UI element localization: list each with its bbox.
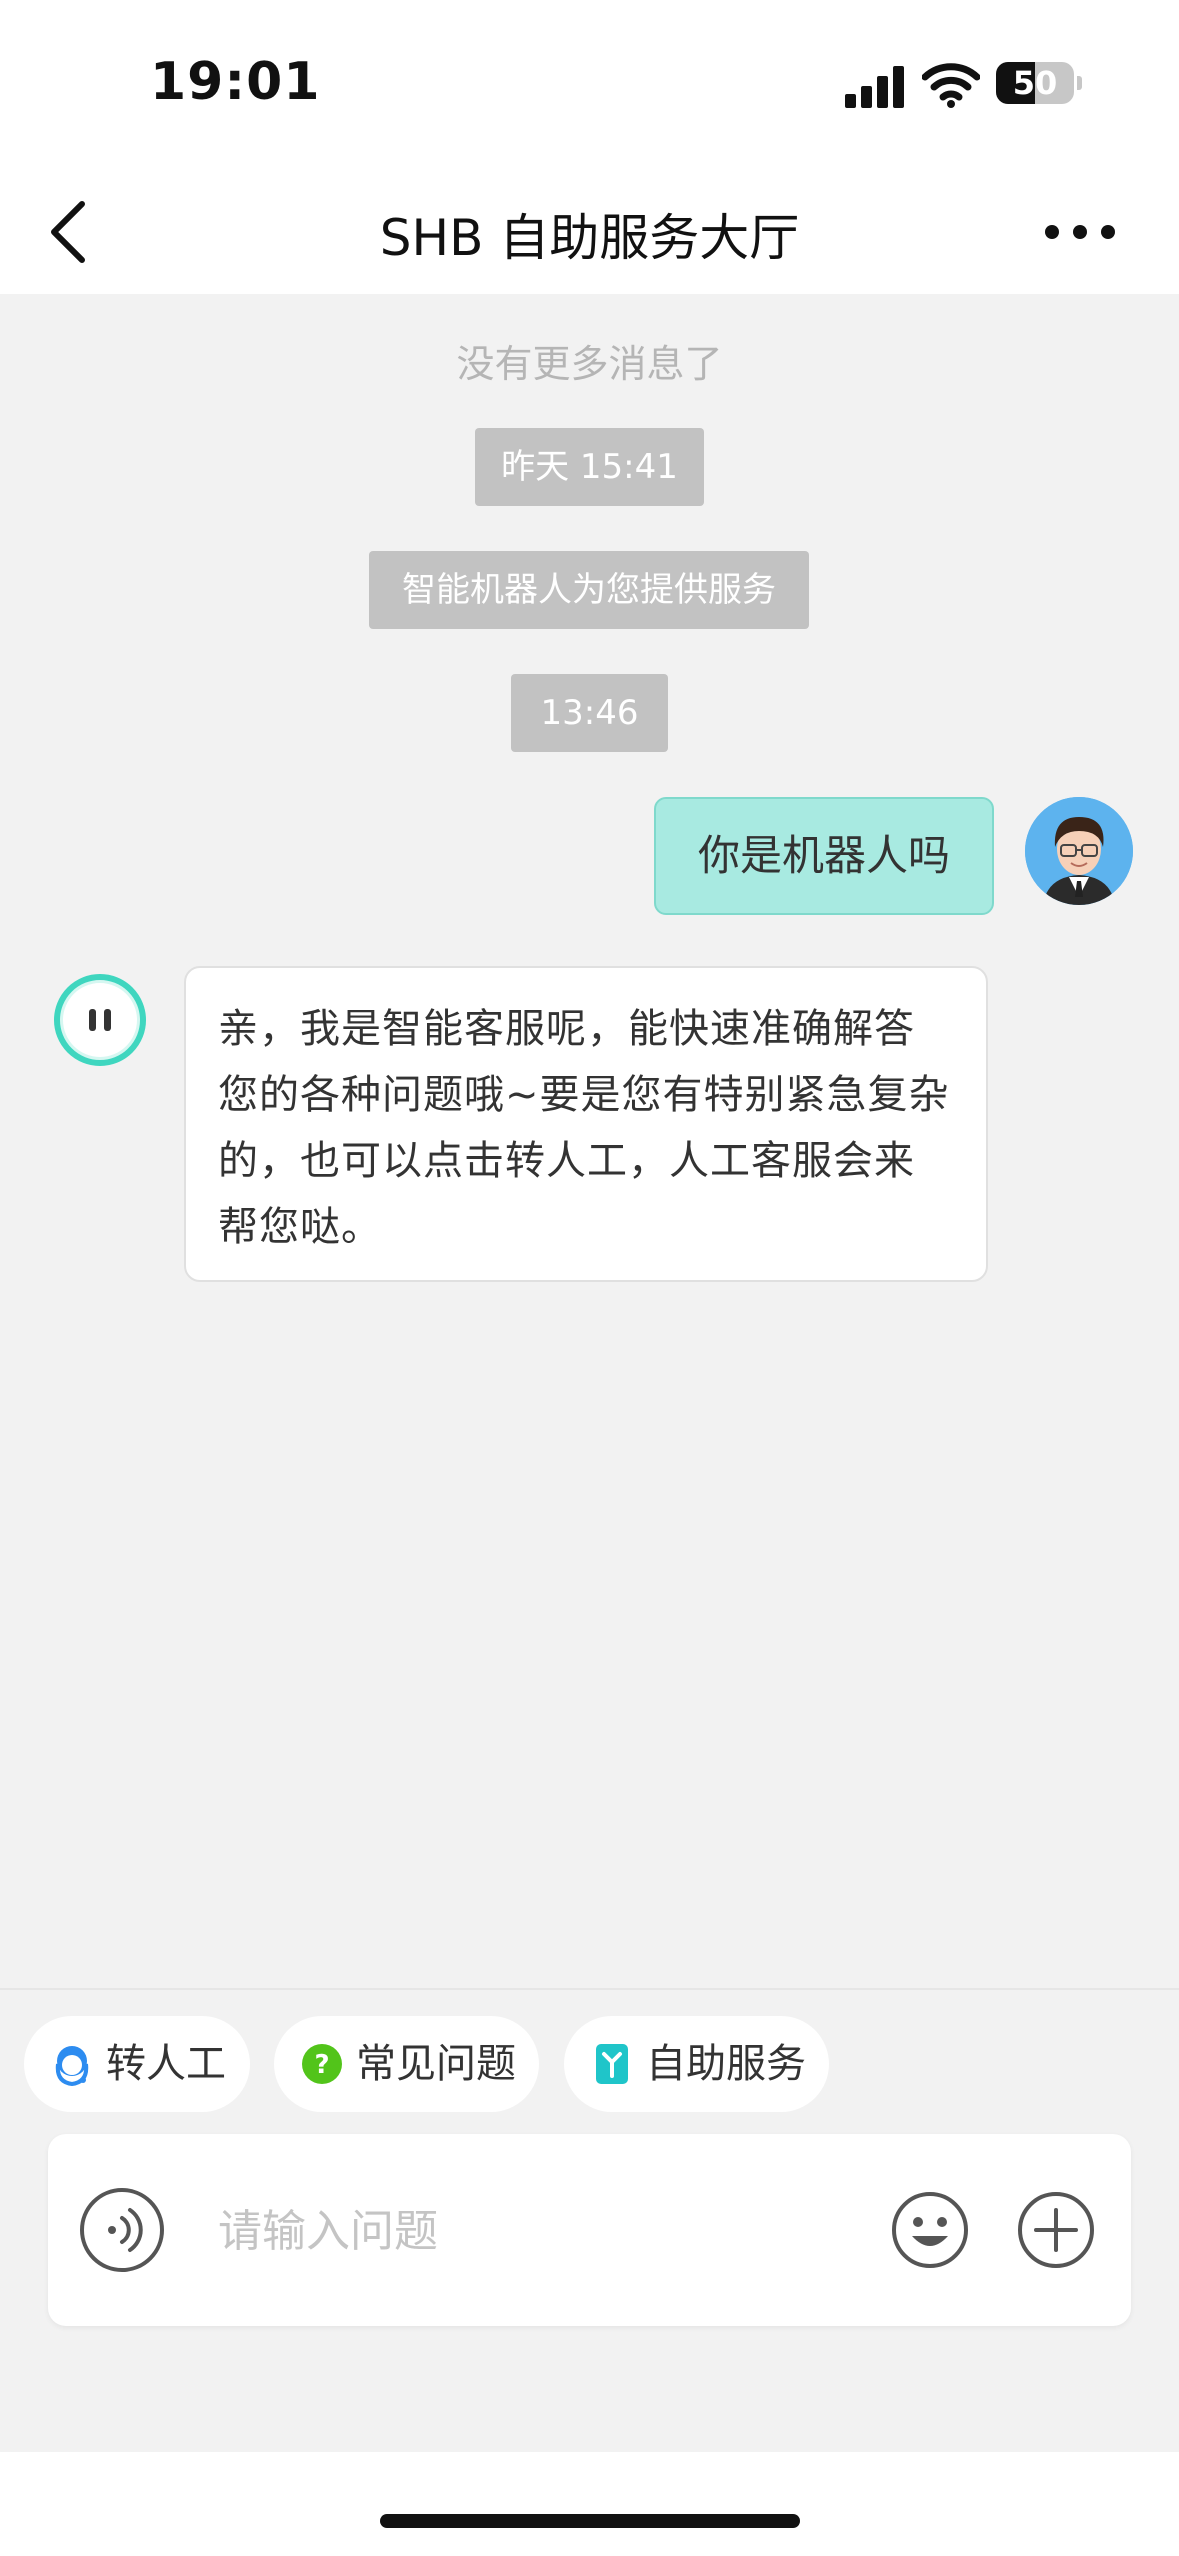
faq-button[interactable]: ? 常见问题 xyxy=(274,2016,539,2112)
plus-icon[interactable] xyxy=(1016,2190,1096,2270)
home-indicator[interactable] xyxy=(380,2514,800,2528)
battery-level: 50 xyxy=(1012,64,1058,102)
cellular-signal-icon xyxy=(845,64,905,108)
home-indicator-area xyxy=(0,2452,1179,2556)
service-notice-pill: 智能机器人为您提供服务 xyxy=(369,551,809,629)
battery-tip xyxy=(1077,76,1082,90)
timestamp-pill: 13:46 xyxy=(511,674,668,752)
chip-label: 转人工 xyxy=(106,2041,226,2087)
chip-label: 常见问题 xyxy=(356,2041,516,2087)
user-avatar-icon xyxy=(1025,797,1133,905)
user-message-bubble: 你是机器人吗 xyxy=(654,797,994,915)
svg-text:?: ? xyxy=(314,2050,329,2080)
nav-bar: SHB 自助服务大厅 xyxy=(0,170,1179,294)
emoji-icon[interactable] xyxy=(890,2190,970,2270)
timestamp-pill: 昨天 15:41 xyxy=(475,428,704,506)
status-bar: 19:01 50 xyxy=(0,0,1179,170)
input-bar xyxy=(48,2134,1131,2326)
chip-label: 自助服务 xyxy=(646,2041,806,2087)
self-service-button[interactable]: 自助服务 xyxy=(564,2016,829,2112)
transfer-agent-button[interactable]: 转人工 xyxy=(24,2016,250,2112)
status-time: 19:01 xyxy=(150,52,321,112)
question-icon: ? xyxy=(302,2044,342,2084)
voice-icon[interactable] xyxy=(78,2186,166,2274)
user-avatar[interactable] xyxy=(1025,797,1133,905)
wifi-icon xyxy=(922,63,980,108)
no-more-messages: 没有更多消息了 xyxy=(456,342,723,386)
bot-avatar-icon xyxy=(54,974,146,1066)
divider xyxy=(0,1988,1179,1990)
page-title: SHB 自助服务大厅 xyxy=(379,209,800,267)
battery-icon: 50 xyxy=(996,62,1074,104)
bot-message-bubble: 亲，我是智能客服呢，能快速准确解答您的各种问题哦~要是您有特别紧急复杂的，也可以… xyxy=(184,966,988,1282)
agent-icon xyxy=(55,2046,89,2086)
self-service-icon xyxy=(596,2044,628,2084)
more-dots-icon[interactable] xyxy=(1040,210,1120,254)
question-input[interactable] xyxy=(216,2182,900,2280)
